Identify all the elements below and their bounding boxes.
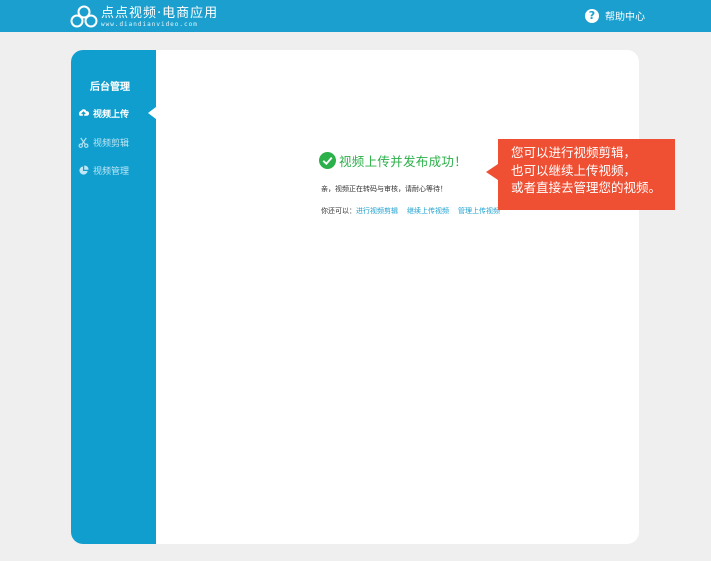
sidebar-item-label: 视频上传 bbox=[93, 109, 130, 120]
scissors-icon bbox=[78, 137, 89, 148]
success-message: 视频上传并发布成功！ bbox=[319, 151, 467, 170]
main-panel: 后台管理 视频上传 视频剪辑 视频管理 视频上传并发布成功！ 亲，视频正在转码与… bbox=[71, 50, 639, 544]
active-indicator bbox=[148, 107, 156, 119]
sidebar-item-label: 视频剪辑 bbox=[93, 138, 130, 149]
top-bar: 点点视频·电商应用 www.diandianvideo.com ? 帮助中心 bbox=[0, 0, 711, 32]
tooltip-line: 也可以继续上传视频， bbox=[511, 162, 637, 178]
tooltip-line: 或者直接去管理您的视频。 bbox=[511, 180, 662, 195]
tooltip-line: 您可以进行视频剪辑， bbox=[511, 145, 637, 160]
sidebar-item-video-manage[interactable]: 视频管理 bbox=[78, 163, 129, 177]
help-center-label: 帮助中心 bbox=[605, 12, 645, 23]
sidebar: 后台管理 视频上传 视频剪辑 视频管理 bbox=[71, 50, 156, 544]
manage-videos-link[interactable]: 管理上传视频 bbox=[458, 206, 500, 216]
logo[interactable]: 点点视频·电商应用 www.diandianvideo.com bbox=[70, 5, 218, 29]
sidebar-item-video-edit[interactable]: 视频剪辑 bbox=[78, 135, 129, 149]
logo-url: www.diandianvideo.com bbox=[101, 20, 198, 28]
guide-tooltip: 您可以进行视频剪辑， 也可以继续上传视频， 或者直接去管理您的视频。 bbox=[498, 139, 675, 210]
tooltip-arrow bbox=[486, 164, 498, 180]
processing-notice: 亲，视频正在转码与审核，请耐心等待！ bbox=[321, 185, 447, 193]
question-icon: ? bbox=[585, 8, 599, 23]
upload-icon bbox=[78, 108, 89, 118]
logo-title: 点点视频·电商应用 bbox=[101, 5, 219, 21]
sidebar-item-label: 视频管理 bbox=[93, 166, 130, 177]
next-actions: 你还可以： 进行视频剪辑 继续上传视频 管理上传视频 bbox=[321, 206, 509, 216]
sidebar-item-video-upload[interactable]: 视频上传 bbox=[78, 106, 129, 120]
continue-upload-link[interactable]: 继续上传视频 bbox=[407, 206, 449, 216]
cloud-logo-icon bbox=[70, 5, 98, 28]
actions-prefix: 你还可以： bbox=[321, 207, 356, 215]
pie-chart-icon bbox=[79, 164, 89, 175]
sidebar-title: 后台管理 bbox=[90, 82, 130, 93]
edit-video-link[interactable]: 进行视频剪辑 bbox=[356, 206, 398, 216]
success-title: 视频上传并发布成功！ bbox=[339, 154, 468, 169]
help-center-link[interactable]: ? 帮助中心 bbox=[585, 8, 645, 23]
check-circle-icon bbox=[319, 152, 336, 169]
